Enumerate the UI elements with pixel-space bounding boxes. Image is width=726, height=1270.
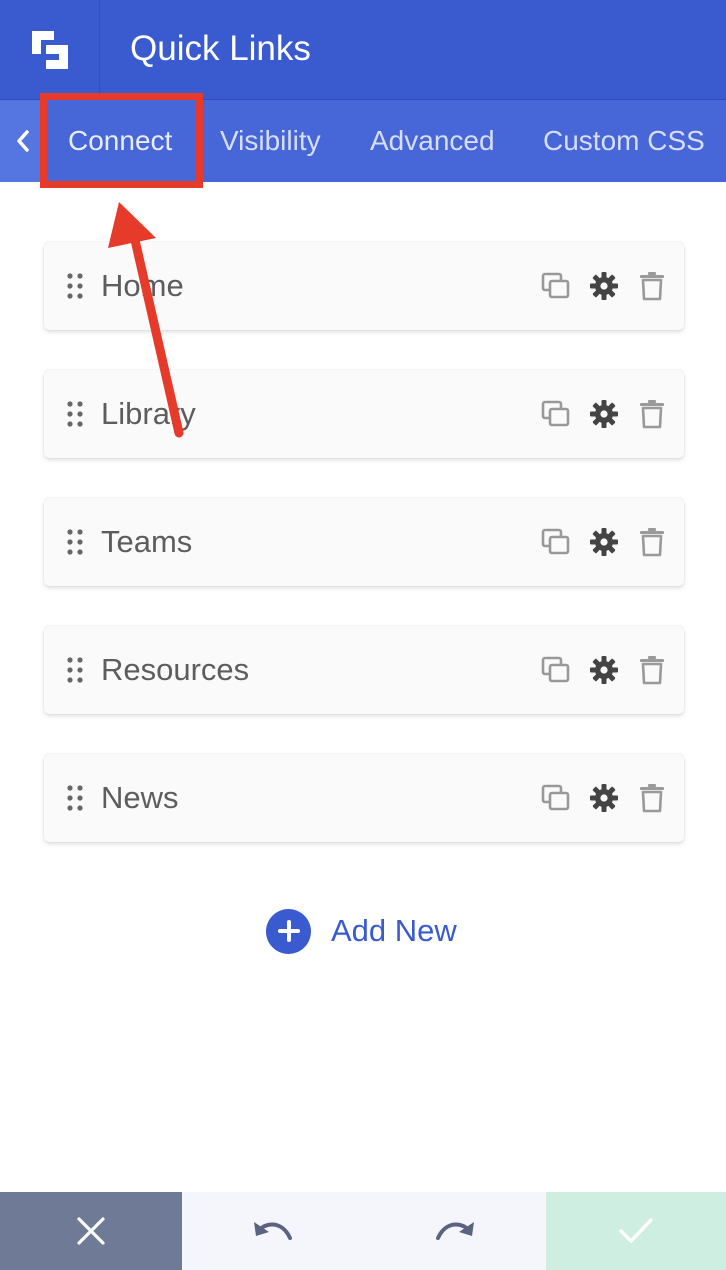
list-item-label: News <box>101 780 179 815</box>
save-button[interactable] <box>546 1192 726 1270</box>
undo-icon <box>254 1222 292 1240</box>
add-new-button[interactable]: Add New <box>266 908 457 954</box>
settings-button[interactable] <box>588 526 620 558</box>
close-icon <box>77 1217 105 1245</box>
gear-icon <box>590 528 618 556</box>
drag-handle-icon[interactable] <box>66 656 84 684</box>
delete-button[interactable] <box>636 782 668 814</box>
cancel-button[interactable] <box>0 1192 182 1270</box>
plus-circle-icon <box>266 908 311 954</box>
settings-button[interactable] <box>588 654 620 686</box>
copy-icon <box>541 784 570 811</box>
delete-button[interactable] <box>636 526 668 558</box>
gear-icon <box>590 656 618 684</box>
gear-icon <box>590 784 618 812</box>
duplicate-button[interactable] <box>540 782 572 814</box>
duplicate-button[interactable] <box>540 526 572 558</box>
check-icon <box>619 1218 653 1243</box>
trash-icon <box>640 784 664 813</box>
list-item[interactable]: News <box>44 754 684 842</box>
settings-button[interactable] <box>588 782 620 814</box>
add-new-label: Add New <box>331 913 457 948</box>
list-item-label: Teams <box>101 524 193 559</box>
copy-icon <box>541 528 570 555</box>
annotation-arrow-icon <box>108 202 184 438</box>
list-item-label: Resources <box>101 652 250 687</box>
duplicate-button[interactable] <box>540 654 572 686</box>
drag-handle-icon[interactable] <box>66 784 84 812</box>
drag-handle-icon[interactable] <box>66 528 84 556</box>
list-item[interactable]: Teams <box>44 498 684 586</box>
trash-icon <box>640 656 664 685</box>
delete-button[interactable] <box>636 654 668 686</box>
copy-icon <box>541 656 570 683</box>
redo-icon <box>436 1222 474 1240</box>
list-item[interactable]: Resources <box>44 626 684 714</box>
undo-button[interactable] <box>182 1192 364 1270</box>
redo-button[interactable] <box>364 1192 546 1270</box>
footer-actions <box>0 1192 726 1270</box>
trash-icon <box>640 528 664 557</box>
